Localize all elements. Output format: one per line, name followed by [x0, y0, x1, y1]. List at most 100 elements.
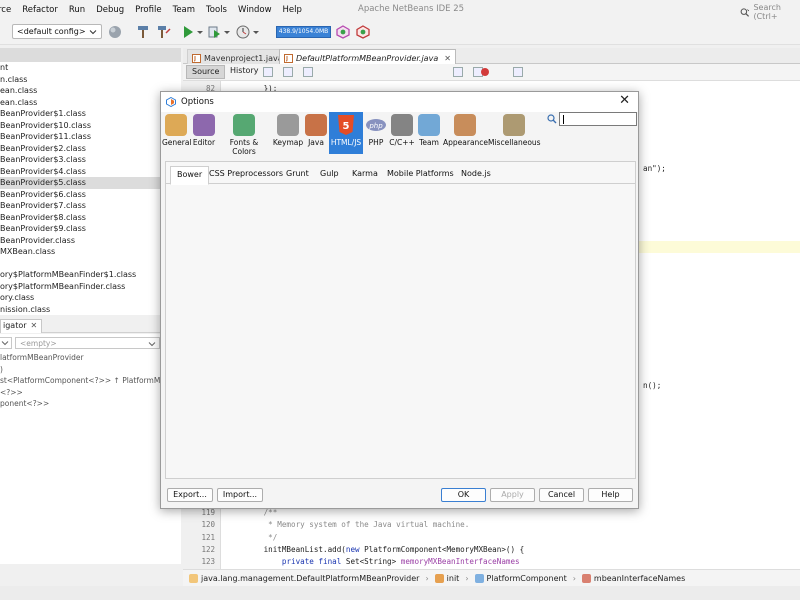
- subtab-css-preprocessors[interactable]: CSS Preprocessors: [209, 169, 283, 178]
- source-button[interactable]: Source: [186, 65, 226, 79]
- tab-defaultplatformmbeanprovider[interactable]: DefaultPlatformMBeanProvider.java ✕: [279, 49, 456, 64]
- project-tree-item[interactable]: BeanProvider$8.class: [0, 212, 181, 224]
- menu-team[interactable]: Team: [173, 5, 202, 15]
- debug-dropdown-icon[interactable]: [223, 25, 231, 39]
- subtab-grunt[interactable]: Grunt: [286, 169, 309, 178]
- subtab-bower[interactable]: Bower: [170, 166, 210, 185]
- tab-navigator[interactable]: igator ✕: [0, 319, 43, 333]
- chevron-down-icon: [89, 30, 97, 35]
- navigator-member[interactable]: ponent<?>>: [0, 398, 181, 410]
- navigator-member[interactable]: latformMBeanProvider: [0, 352, 181, 364]
- navigator-filter-select[interactable]: <empty>: [15, 337, 160, 349]
- category-label: HTML/JS: [330, 138, 362, 147]
- category-general[interactable]: General: [162, 112, 192, 154]
- project-tree-item[interactable]: BeanProvider$7.class: [0, 200, 181, 212]
- back-icon[interactable]: [283, 67, 293, 77]
- toggle-comment-icon[interactable]: [453, 67, 463, 77]
- debug-icon[interactable]: [207, 25, 221, 39]
- project-tree-item[interactable]: MXBean.class: [0, 246, 181, 258]
- stop-macro-icon[interactable]: [513, 67, 523, 77]
- record-macro-icon[interactable]: [480, 67, 490, 77]
- project-tree-item[interactable]: ean.class: [0, 85, 181, 97]
- profile-icon[interactable]: [236, 25, 250, 39]
- project-tree-item[interactable]: n.class: [0, 74, 181, 86]
- menu-help[interactable]: Help: [283, 5, 309, 15]
- config-value: <default config>: [17, 27, 86, 36]
- project-tree-item[interactable]: ory$PlatformMBeanFinder$1.class: [0, 269, 181, 281]
- project-tree-item[interactable]: ory$PlatformMBeanFinder.class: [0, 281, 181, 293]
- close-icon[interactable]: ✕: [619, 94, 630, 108]
- menu-debug[interactable]: Debug: [96, 5, 131, 15]
- line-number: 120: [201, 520, 215, 530]
- project-tree-item[interactable]: BeanProvider$6.class: [0, 189, 181, 201]
- profile-dropdown-icon[interactable]: [252, 25, 260, 39]
- ok-button[interactable]: OK: [441, 488, 486, 502]
- clean-build-hammer-icon[interactable]: [136, 25, 150, 39]
- project-tree-item[interactable]: BeanProvider$10.class: [0, 120, 181, 132]
- category-java[interactable]: Java: [305, 112, 327, 154]
- project-tree-item[interactable]: ory.class: [0, 292, 181, 304]
- subtab-gulp[interactable]: Gulp: [320, 169, 339, 178]
- menu-rce[interactable]: rce: [0, 5, 18, 15]
- navigator-member[interactable]: ): [0, 364, 181, 376]
- help-button[interactable]: Help: [588, 488, 633, 502]
- project-tree-item[interactable]: nission.class: [0, 304, 181, 316]
- profile-ide-icon[interactable]: [356, 25, 370, 39]
- navigator-view-select[interactable]: [0, 337, 12, 349]
- project-tree-item[interactable]: BeanProvider.class: [0, 235, 181, 247]
- project-tree-item[interactable]: BeanProvider$11.class: [0, 131, 181, 143]
- close-icon[interactable]: ✕: [31, 321, 38, 330]
- subtab-mobile-platforms[interactable]: Mobile Platforms: [387, 169, 454, 178]
- breadcrumb-item[interactable]: mbeanInterfaceNames: [581, 573, 685, 583]
- quick-search[interactable]: Search (Ctrl+: [740, 3, 800, 21]
- apply-button[interactable]: Apply: [490, 488, 535, 502]
- subtab-karma[interactable]: Karma: [352, 169, 378, 178]
- export-button[interactable]: Export...: [167, 488, 213, 502]
- memory-usage-widget[interactable]: 438.9/1054.0MB: [276, 26, 331, 38]
- project-tree-item[interactable]: BeanProvider$1.class: [0, 108, 181, 120]
- category-php[interactable]: php PHP: [365, 112, 387, 154]
- forward-icon[interactable]: [303, 67, 313, 77]
- menu-refactor[interactable]: Refactor: [22, 5, 65, 15]
- project-tree-item[interactable]: BeanProvider$9.class: [0, 223, 181, 235]
- run-icon[interactable]: [181, 25, 195, 39]
- project-tree-item[interactable]: BeanProvider$2.class: [0, 143, 181, 155]
- options-search-input[interactable]: [559, 112, 637, 126]
- close-icon[interactable]: ✕: [444, 54, 451, 63]
- project-tree-item[interactable]: nt: [0, 62, 181, 74]
- project-tree-item[interactable]: BeanProvider$4.class: [0, 166, 181, 178]
- navigator-member[interactable]: <?>>: [0, 387, 181, 399]
- config-select[interactable]: <default config>: [12, 24, 102, 39]
- breadcrumb-item[interactable]: PlatformComponent: [474, 573, 567, 583]
- html-js-options-panel: Bower CSS Preprocessors Grunt Gulp Karma Mobi…: [165, 161, 636, 479]
- globe-icon[interactable]: [108, 25, 122, 39]
- cancel-button[interactable]: Cancel: [539, 488, 584, 502]
- project-tree-item[interactable]: [0, 258, 181, 270]
- import-button[interactable]: Import...: [217, 488, 263, 502]
- category-team[interactable]: Team: [416, 112, 442, 154]
- last-edit-icon[interactable]: [263, 67, 273, 77]
- category-miscellaneous[interactable]: Miscellaneous: [488, 112, 541, 154]
- menu-tools[interactable]: Tools: [206, 5, 234, 15]
- run-dropdown-icon[interactable]: [196, 25, 204, 39]
- category-appearance[interactable]: Appearance: [443, 112, 488, 154]
- menu-window[interactable]: Window: [238, 5, 279, 15]
- category-cpp[interactable]: C/C++: [389, 112, 415, 154]
- editor-icon: [193, 114, 215, 136]
- subtab-node-js[interactable]: Node.js: [461, 169, 491, 178]
- project-tree-item[interactable]: BeanProvider$3.class: [0, 154, 181, 166]
- build-hammer-icon[interactable]: [157, 25, 171, 39]
- category-fonts-colors[interactable]: Fonts & Colors: [217, 112, 271, 156]
- breadcrumb-item[interactable]: init: [434, 573, 459, 583]
- menu-profile[interactable]: Profile: [135, 5, 168, 15]
- history-button[interactable]: History: [225, 65, 263, 79]
- category-editor[interactable]: Editor: [192, 112, 216, 154]
- gc-icon[interactable]: [336, 25, 350, 39]
- breadcrumb-item[interactable]: java.lang.management.DefaultPlatformMBea…: [189, 573, 419, 583]
- menu-run[interactable]: Run: [69, 5, 92, 15]
- project-tree-item[interactable]: ean.class: [0, 97, 181, 109]
- project-tree-item[interactable]: BeanProvider$5.class: [0, 177, 181, 189]
- navigator-member[interactable]: st<PlatformComponent<?>> ↑ PlatformMBean…: [0, 375, 181, 387]
- category-keymap[interactable]: Keymap: [272, 112, 304, 154]
- category-html5[interactable]: 5 HTML/JS: [329, 112, 363, 154]
